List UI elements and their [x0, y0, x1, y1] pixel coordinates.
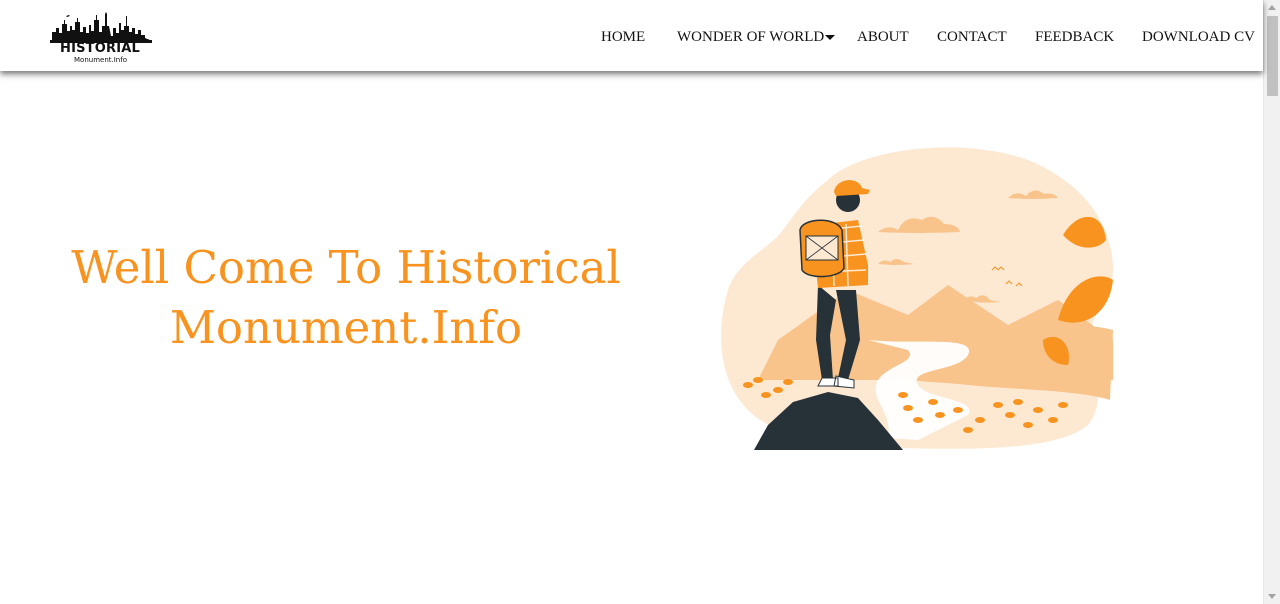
hero-title-line1: Well Come To Historical: [71, 241, 621, 294]
hero-title-line2: Monument.Info: [169, 301, 523, 354]
city-skyline-icon: [50, 12, 152, 43]
scroll-up-arrow-icon[interactable]: [1268, 5, 1276, 10]
nav-about[interactable]: ABOUT: [857, 29, 909, 46]
chevron-down-icon[interactable]: [825, 35, 835, 40]
nav-contact[interactable]: CONTACT: [937, 29, 1007, 46]
logo-title: HISTORIAL: [60, 41, 140, 56]
hero-title: Well Come To Historical Monument.Info: [40, 238, 652, 358]
nav-feedback[interactable]: FEEDBACK: [1035, 29, 1114, 46]
logo-subtitle: Monument.Info: [74, 56, 127, 64]
navbar: HISTORIAL Monument.Info HOME WONDER OF W…: [0, 0, 1263, 71]
site-logo[interactable]: HISTORIAL Monument.Info: [50, 10, 152, 68]
nav-home[interactable]: HOME: [601, 29, 645, 46]
scroll-thumb[interactable]: [1267, 16, 1278, 96]
nav-wonder-of-world[interactable]: WONDER OF WORLD: [677, 29, 824, 46]
page-scrollbar[interactable]: [1263, 0, 1280, 604]
hiker-on-rock-illustration: [718, 140, 1118, 452]
nav-download-cv[interactable]: DOWNLOAD CV: [1142, 29, 1255, 46]
scroll-down-arrow-icon[interactable]: [1268, 594, 1276, 599]
